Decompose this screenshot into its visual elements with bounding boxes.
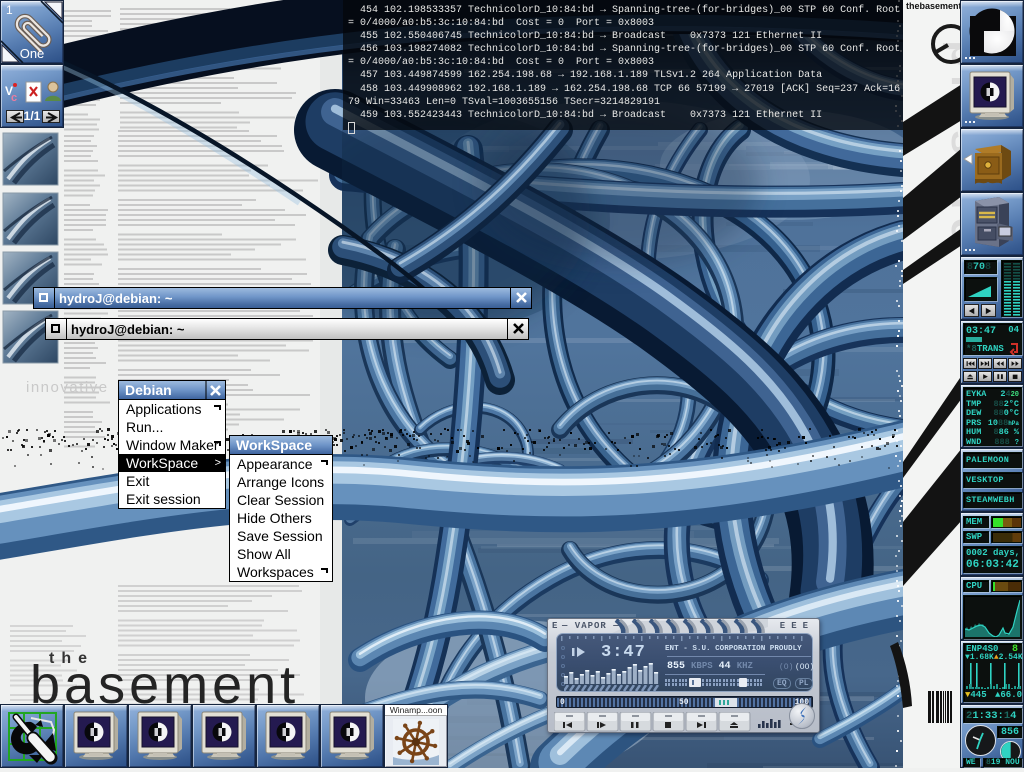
svg-text:thebasement: thebasement [906, 1, 962, 11]
svg-text:innovative: innovative [26, 379, 109, 396]
svg-text:c: c [11, 92, 17, 104]
